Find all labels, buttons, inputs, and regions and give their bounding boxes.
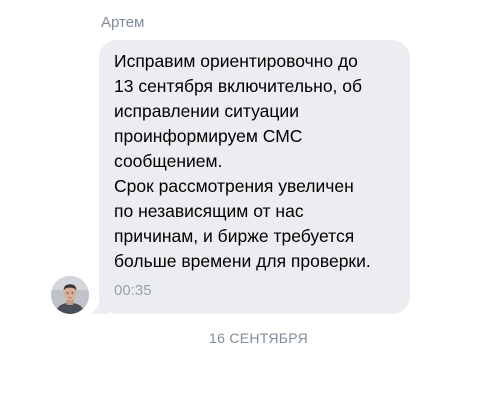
sender-name[interactable]: Артем (101, 14, 144, 32)
message-bubble[interactable]: Исправим ориентировочно до 13 сентября в… (99, 40, 410, 314)
chat-history: Артем Исправим ориентировочно до 13 сент… (0, 0, 495, 403)
message-time: 00:35 (114, 282, 152, 299)
date-divider: 16 СЕНТЯБРЯ (208, 330, 308, 346)
sender-avatar[interactable] (51, 276, 89, 314)
user-photo-avatar-icon (51, 276, 89, 314)
message-text: Исправим ориентировочно до 13 сентября в… (114, 51, 371, 271)
